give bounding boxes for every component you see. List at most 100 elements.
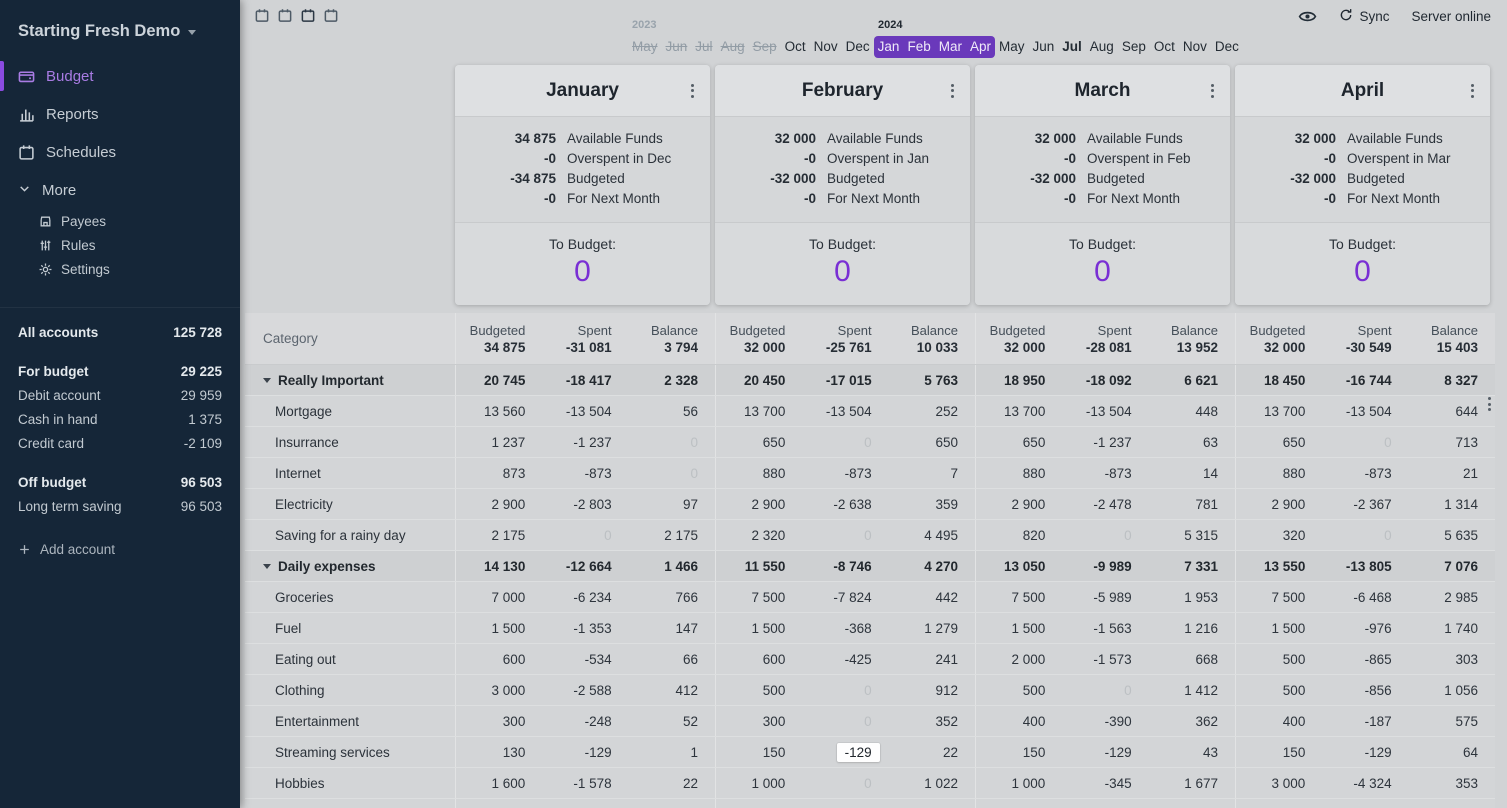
budgeted-cell[interactable]: 11 550 <box>716 551 802 581</box>
spent-cell[interactable]: -129 <box>802 737 888 767</box>
balance-cell[interactable]: 5 315 <box>1149 520 1235 550</box>
category-name[interactable]: Insurrance <box>245 427 455 457</box>
spent-cell[interactable]: 0 <box>1322 520 1408 550</box>
balance-cell[interactable]: 766 <box>629 582 715 612</box>
balance-cell[interactable]: 2 328 <box>629 365 715 395</box>
budget-file-switcher[interactable]: Starting Fresh Demo <box>0 0 240 57</box>
budgeted-cell[interactable]: 320 <box>1236 520 1322 550</box>
budgeted-cell[interactable]: 1 600 <box>456 768 542 798</box>
spent-cell[interactable]: -129 <box>542 737 628 767</box>
budgeted-cell[interactable]: 13 550 <box>1236 551 1322 581</box>
account-row[interactable]: Cash in hand1 375 <box>0 407 240 431</box>
budgeted-cell[interactable]: 13 700 <box>716 396 802 426</box>
spent-cell[interactable]: -12 664 <box>542 551 628 581</box>
category-name[interactable]: Eating out <box>245 644 455 674</box>
balance-cell[interactable]: 0 <box>629 458 715 488</box>
spent-cell[interactable]: -1 563 <box>1062 613 1148 643</box>
month-nav-item-may-0[interactable]: May <box>628 36 662 58</box>
budgeted-cell[interactable]: 500 <box>716 675 802 705</box>
spent-cell[interactable]: -248 <box>542 706 628 736</box>
balance-cell[interactable]: 412 <box>629 675 715 705</box>
spent-cell[interactable]: 0 <box>802 427 888 457</box>
balance-cell[interactable]: 7 <box>889 458 975 488</box>
month-menu-button[interactable] <box>688 81 697 101</box>
month-count-button-3[interactable] <box>299 7 317 29</box>
balance-cell[interactable]: 1 677 <box>1149 768 1235 798</box>
spent-cell[interactable]: 0 <box>542 520 628 550</box>
balance-cell[interactable]: 303 <box>1409 644 1495 674</box>
spent-cell[interactable]: 0 <box>802 520 888 550</box>
budgeted-cell[interactable]: 1 000 <box>976 768 1062 798</box>
balance-cell[interactable]: 0 <box>629 427 715 457</box>
budgeted-cell[interactable]: 880 <box>1236 458 1322 488</box>
spent-cell[interactable]: 0 <box>802 675 888 705</box>
sidebar-item-budget[interactable]: Budget <box>0 57 240 95</box>
spent-cell[interactable]: -856 <box>1322 675 1408 705</box>
budgeted-cell[interactable]: 2 900 <box>716 489 802 519</box>
category-name[interactable] <box>245 799 455 808</box>
month-nav-item-aug-15[interactable]: Aug <box>1086 36 1118 58</box>
month-nav-item-nov-6[interactable]: Nov <box>810 36 842 58</box>
month-nav-item-jul-14[interactable]: Jul <box>1058 36 1086 58</box>
month-nav-item-jan-8[interactable]: Jan <box>874 36 904 58</box>
budgeted-cell[interactable]: 1 500 <box>976 613 1062 643</box>
month-nav-item-nov-18[interactable]: Nov <box>1179 36 1211 58</box>
editing-cell-value[interactable]: -129 <box>837 743 880 762</box>
spent-cell[interactable]: -8 746 <box>802 551 888 581</box>
spent-cell[interactable]: -2 367 <box>1322 489 1408 519</box>
month-nav-item-apr-11[interactable]: Apr <box>966 36 995 58</box>
to-budget-value[interactable]: 0 <box>1094 255 1111 289</box>
budgeted-cell[interactable]: 600 <box>716 644 802 674</box>
spent-cell[interactable]: -1 573 <box>1062 644 1148 674</box>
sidebar-item-schedules[interactable]: Schedules <box>0 133 240 171</box>
spent-cell[interactable]: -2 638 <box>802 489 888 519</box>
category-name[interactable]: Clothing <box>245 675 455 705</box>
budgeted-cell[interactable]: 7 500 <box>976 582 1062 612</box>
category-name[interactable]: Electricity <box>245 489 455 519</box>
spent-cell[interactable]: -873 <box>802 458 888 488</box>
spent-cell[interactable]: -873 <box>542 458 628 488</box>
spent-cell[interactable]: -16 744 <box>1322 365 1408 395</box>
budgeted-cell[interactable]: 1 237 <box>456 427 542 457</box>
spent-cell[interactable]: -1 578 <box>542 768 628 798</box>
budgeted-cell[interactable]: 18 450 <box>1236 365 1322 395</box>
balance-cell[interactable]: 22 <box>889 737 975 767</box>
column-header-balance[interactable]: Balance15 403 <box>1409 313 1495 364</box>
budgeted-cell[interactable]: 13 700 <box>1236 396 1322 426</box>
budgeted-cell[interactable]: 2 175 <box>456 520 542 550</box>
spent-cell[interactable]: -129 <box>1322 737 1408 767</box>
budgeted-cell[interactable]: 13 700 <box>976 396 1062 426</box>
balance-cell[interactable]: 4 495 <box>889 520 975 550</box>
budgeted-cell[interactable]: 1 500 <box>456 613 542 643</box>
balance-cell[interactable]: 52 <box>629 706 715 736</box>
month-nav-item-jul-2[interactable]: Jul <box>691 36 716 58</box>
balance-cell[interactable]: 575 <box>1409 706 1495 736</box>
spent-cell[interactable]: -187 <box>1322 706 1408 736</box>
budgeted-cell[interactable]: 18 950 <box>976 365 1062 395</box>
spent-cell[interactable]: -1 237 <box>1062 427 1148 457</box>
spent-cell[interactable]: -2 803 <box>542 489 628 519</box>
balance-cell[interactable]: 1 412 <box>1149 675 1235 705</box>
spent-cell[interactable]: -6 468 <box>1322 582 1408 612</box>
spent-cell[interactable]: -345 <box>1062 768 1148 798</box>
budgeted-cell[interactable]: 880 <box>716 458 802 488</box>
spent-cell[interactable]: -9 989 <box>1062 551 1148 581</box>
balance-cell[interactable]: 8 327 <box>1409 365 1495 395</box>
balance-cell[interactable]: 1 466 <box>629 551 715 581</box>
all-accounts-row[interactable]: All accounts125 728 <box>0 320 240 344</box>
budgeted-cell[interactable]: 1 500 <box>1236 613 1322 643</box>
budgeted-cell[interactable]: 500 <box>1236 644 1322 674</box>
budgeted-cell[interactable]: 130 <box>456 737 542 767</box>
budgeted-cell[interactable]: 2 900 <box>456 489 542 519</box>
budgeted-cell[interactable]: 2 000 <box>976 644 1062 674</box>
budgeted-cell[interactable]: 300 <box>716 706 802 736</box>
spent-cell[interactable]: -873 <box>1062 458 1148 488</box>
balance-cell[interactable]: 668 <box>1149 644 1235 674</box>
category-name[interactable]: Hobbies <box>245 768 455 798</box>
balance-cell[interactable]: 66 <box>629 644 715 674</box>
balance-cell[interactable]: 5 763 <box>889 365 975 395</box>
spent-cell[interactable]: -976 <box>1322 613 1408 643</box>
balance-cell[interactable]: 2 175 <box>629 520 715 550</box>
to-budget-value[interactable]: 0 <box>1354 255 1371 289</box>
month-menu-button[interactable] <box>1208 81 1217 101</box>
